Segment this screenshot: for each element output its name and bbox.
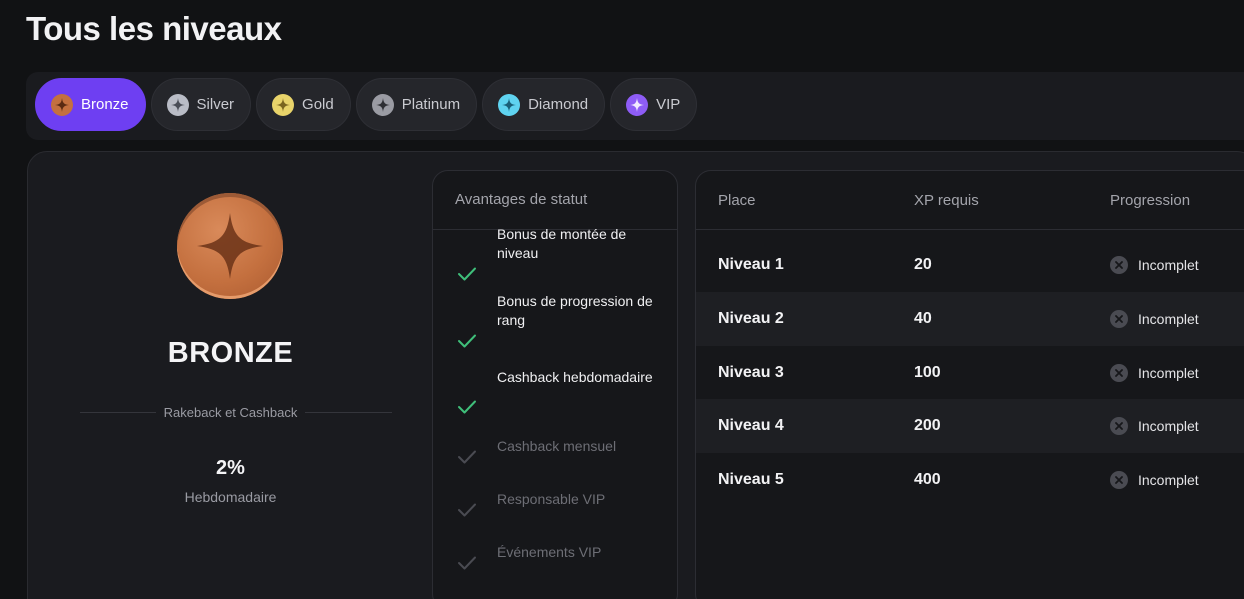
level-status: Incomplet — [1110, 471, 1199, 490]
benefit-label: Événements VIP — [497, 543, 602, 560]
checkmark-icon — [457, 449, 477, 465]
table-row: Niveau 4 200 Incomplet — [696, 399, 1244, 454]
star-icon — [197, 213, 263, 279]
incomplete-x-icon — [1110, 309, 1128, 328]
tier-tab-label: VIP — [656, 96, 681, 113]
tier-tab-label: Gold — [302, 96, 334, 113]
table-row: Niveau 1 20 Incomplet — [696, 238, 1244, 292]
tier-tab-vip[interactable]: VIP — [610, 78, 698, 131]
tier-tabs: Bronze Silver Gold Platinum Diamond VIP — [35, 78, 698, 131]
level-status-label: Incomplet — [1138, 418, 1199, 435]
perk-caption: Rakeback et Cashback — [28, 405, 433, 420]
tier-tab-bronze[interactable]: Bronze — [35, 78, 146, 131]
level-xp: 100 — [914, 363, 941, 381]
levels-table: Place XP requis Progression Niveau 1 20 In… — [695, 170, 1244, 599]
level-status: Incomplet — [1110, 309, 1199, 328]
perk-value: 2% — [216, 457, 245, 479]
column-header-place: Place — [718, 192, 756, 209]
level-xp: 400 — [914, 471, 941, 489]
level-place: Niveau 2 — [718, 309, 784, 327]
table-row: Niveau 2 40 Incomplet — [696, 291, 1244, 346]
checkmark-icon — [457, 502, 477, 518]
column-header-progress: Progression — [1110, 192, 1191, 209]
checkmark-icon — [457, 333, 477, 349]
silver-tier-icon — [166, 93, 189, 116]
table-row: Niveau 3 100 Incomplet — [696, 346, 1244, 400]
benefits-header: Avantages de statut — [433, 171, 677, 230]
level-place: Niveau 1 — [718, 256, 784, 273]
gold-tier-icon — [272, 93, 295, 116]
incomplete-x-icon — [1110, 363, 1128, 382]
level-xp: 200 — [914, 417, 941, 435]
rank-panel: BRONZE Rakeback et Cashback 2% Hebdomada… — [28, 151, 433, 599]
tier-tab-label: Silver — [196, 96, 235, 113]
benefit-label: Cashback mensuel — [497, 437, 617, 454]
tier-tab-gold[interactable]: Gold — [256, 78, 351, 131]
level-xp: 40 — [914, 309, 932, 327]
checkmark-icon — [457, 266, 477, 282]
benefits-card: Avantages de statut Bonus de montée de n… — [432, 170, 678, 599]
level-status-label: Incomplet — [1138, 257, 1199, 273]
perk-period: Hebdomadaire — [184, 489, 277, 505]
level-status-label: Incomplet — [1138, 310, 1199, 327]
tier-tab-label: Diamond — [528, 96, 589, 113]
bronze-tier-icon — [51, 93, 73, 116]
level-place: Niveau 3 — [718, 363, 784, 381]
checkmark-icon — [457, 555, 477, 571]
page-title: Tous les niveaux — [26, 10, 282, 47]
bronze-badge-icon — [177, 193, 283, 299]
level-place: Niveau 4 — [718, 417, 784, 435]
level-place: Niveau 5 — [718, 471, 784, 489]
level-xp: 20 — [914, 256, 932, 273]
level-status: Incomplet — [1110, 417, 1199, 436]
benefit-label: Cashback hebdomadaire — [497, 368, 653, 385]
incomplete-x-icon — [1110, 256, 1128, 274]
levels-table-header: Place XP requis Progression — [696, 171, 1244, 230]
tier-tab-silver[interactable]: Silver — [150, 78, 252, 131]
platinum-tier-icon — [371, 93, 394, 116]
tier-tab-diamond[interactable]: Diamond — [482, 78, 606, 131]
diamond-tier-icon — [498, 93, 521, 116]
vip-tier-icon — [626, 93, 649, 116]
level-status: Incomplet — [1110, 256, 1199, 274]
incomplete-x-icon — [1110, 471, 1128, 490]
benefit-label: Bonus de montée de niveau — [497, 226, 627, 261]
benefit-label: Bonus de progression de rang — [497, 293, 653, 328]
rank-name: BRONZE — [167, 337, 294, 369]
tier-tab-label: Bronze — [81, 96, 129, 113]
column-header-xp: XP requis — [914, 192, 979, 209]
checkmark-icon — [457, 399, 477, 415]
tier-tab-platinum[interactable]: Platinum — [355, 78, 478, 131]
incomplete-x-icon — [1110, 417, 1128, 436]
perk-caption-text: Rakeback et Cashback — [155, 405, 306, 420]
level-status-label: Incomplet — [1138, 472, 1199, 489]
table-row: Niveau 5 400 Incomplet — [696, 453, 1244, 507]
level-status-label: Incomplet — [1138, 364, 1199, 381]
benefit-label: Responsable VIP — [497, 490, 606, 507]
tier-tab-label: Platinum — [401, 96, 461, 113]
level-status: Incomplet — [1110, 363, 1199, 382]
